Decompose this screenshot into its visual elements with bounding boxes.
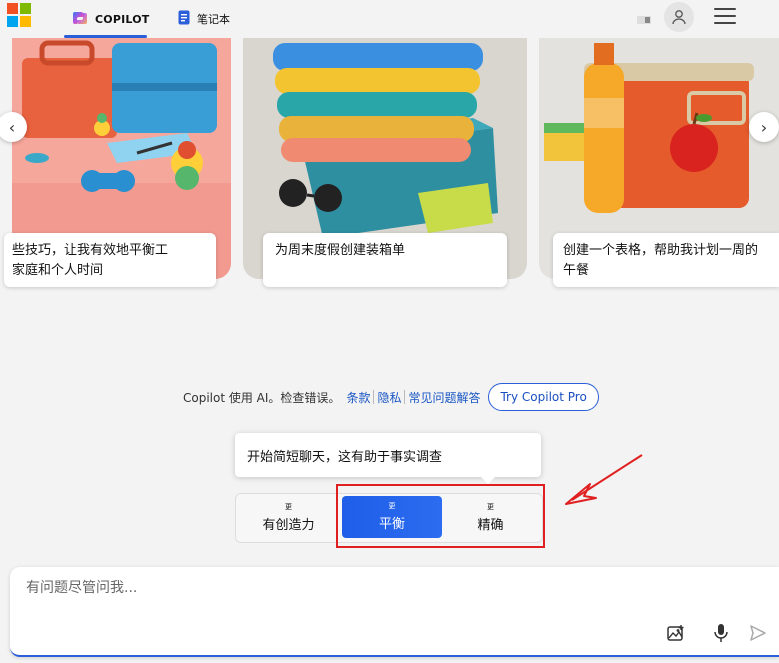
tooltip-arrow bbox=[480, 476, 496, 484]
disclaimer-row: Copilot 使用 AI。检查错误。 条款 隐私 常见问题解答 Try Cop… bbox=[183, 383, 599, 411]
carousel-next-button[interactable]: › bbox=[749, 112, 779, 142]
card-3-caption[interactable]: 创建一个表格，帮助我计划一周的 午餐 bbox=[553, 233, 779, 287]
card-1-caption[interactable]: 些技巧，让我有效地平衡工 家庭和个人时间 bbox=[4, 233, 216, 287]
try-copilot-pro-button[interactable]: Try Copilot Pro bbox=[488, 383, 599, 411]
notebook-icon bbox=[178, 10, 190, 28]
tab-copilot[interactable]: COPILOT bbox=[64, 0, 150, 38]
chat-input[interactable] bbox=[24, 579, 628, 597]
chevron-right-icon: › bbox=[760, 117, 768, 137]
card-2-caption[interactable]: 为周末度假创建装箱单 bbox=[263, 233, 507, 287]
tooltip-text: 开始简短聊天，这有助于事实调查 bbox=[247, 449, 443, 465]
image-upload-icon[interactable] bbox=[665, 622, 687, 644]
microsoft-logo[interactable] bbox=[7, 3, 31, 27]
send-icon[interactable] bbox=[747, 622, 769, 644]
microphone-icon[interactable] bbox=[710, 622, 732, 644]
menu-icon[interactable] bbox=[714, 8, 736, 24]
disclaimer-text: Copilot 使用 AI。检查错误。 bbox=[183, 390, 341, 405]
chat-input-box[interactable] bbox=[10, 567, 779, 657]
link-divider bbox=[404, 390, 406, 404]
tab-notebook[interactable]: 笔记本 bbox=[178, 0, 230, 38]
privacy-link[interactable]: 隐私 bbox=[377, 389, 401, 406]
chevron-left-icon: ‹ bbox=[8, 117, 16, 137]
style-tooltip: 开始简短聊天，这有助于事实调查 bbox=[235, 433, 541, 477]
tab-copilot-label: COPILOT bbox=[95, 12, 150, 26]
copilot-icon bbox=[72, 10, 88, 29]
link-divider bbox=[373, 390, 375, 404]
top-header: COPILOT 笔记本 bbox=[0, 0, 779, 38]
suggestion-carousel: 些技巧，让我有效地平衡工 家庭和个人时间 为周末度假创建装箱单 创建一个表格，帮… bbox=[0, 38, 779, 298]
style-creative-button[interactable]: 更 有创造力 bbox=[238, 494, 339, 542]
account-icon[interactable] bbox=[664, 2, 694, 32]
tab-notebook-label: 笔记本 bbox=[197, 13, 230, 26]
status-indicator bbox=[637, 10, 655, 24]
annotation-arrow bbox=[565, 454, 643, 505]
faq-link[interactable]: 常见问题解答 bbox=[408, 389, 480, 406]
terms-link[interactable]: 条款 bbox=[346, 389, 370, 406]
annotation-highlight-box bbox=[336, 484, 545, 548]
